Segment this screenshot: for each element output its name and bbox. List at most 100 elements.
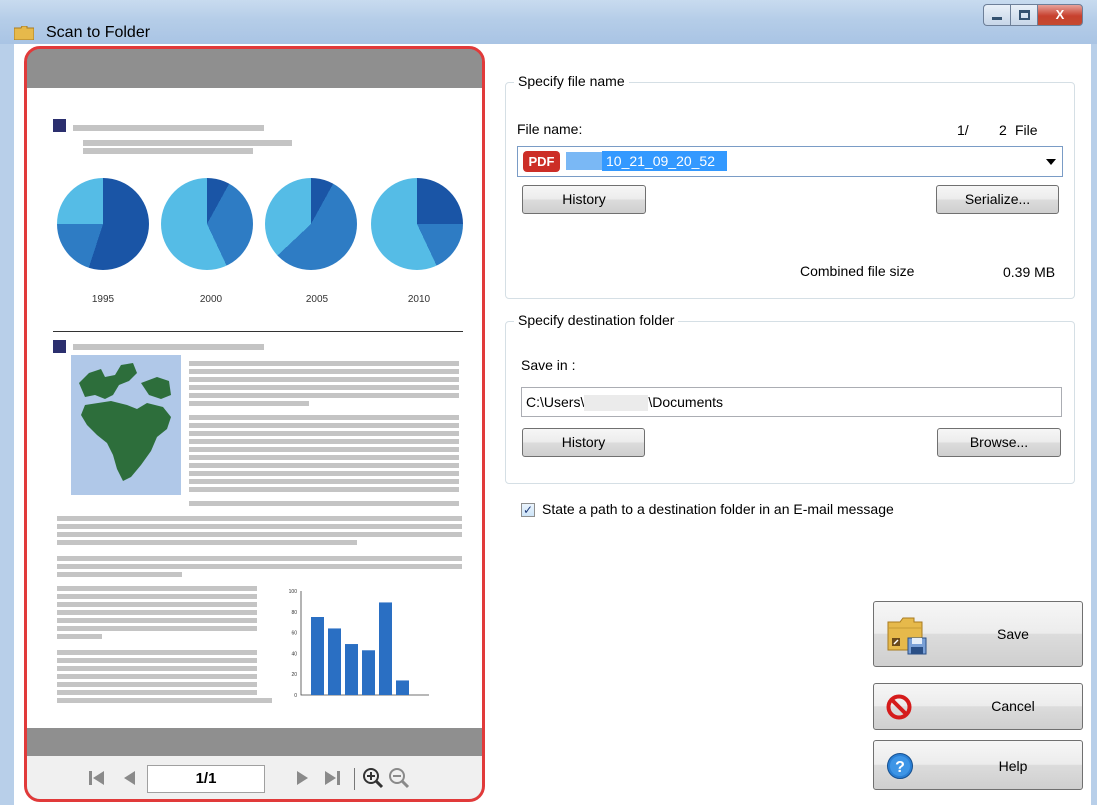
page-text-line bbox=[189, 463, 459, 468]
page-text-line bbox=[73, 344, 264, 350]
svg-text:?: ? bbox=[895, 759, 905, 776]
group-label: Specify file name bbox=[514, 73, 629, 89]
help-label: Help bbox=[998, 758, 1028, 774]
group-label: Specify destination folder bbox=[514, 312, 679, 328]
year-label: 2010 bbox=[407, 294, 431, 305]
page-text-line bbox=[189, 385, 459, 390]
cancel-icon bbox=[886, 694, 912, 720]
help-icon: ? bbox=[887, 753, 913, 779]
page-text-line bbox=[57, 594, 257, 599]
page-text-line bbox=[189, 471, 459, 476]
page-text-line bbox=[57, 682, 257, 687]
pie-chart-2010 bbox=[371, 178, 463, 270]
page-text-line bbox=[57, 634, 102, 639]
scanned-page-image: 1995 2000 2005 2010 100 80 60 40 20 0 bbox=[27, 88, 482, 728]
file-name-history-button[interactable]: History bbox=[522, 185, 646, 214]
path-prefix: C:\Users\ bbox=[526, 394, 585, 410]
previous-page-icon[interactable] bbox=[117, 764, 141, 792]
combined-size-value: 0.39 MB bbox=[1003, 264, 1056, 280]
chevron-down-icon[interactable] bbox=[1046, 159, 1056, 165]
destination-history-button[interactable]: History bbox=[522, 428, 645, 457]
browse-button[interactable]: Browse... bbox=[937, 428, 1061, 457]
window-frame-left bbox=[0, 44, 14, 805]
email-path-checkbox[interactable]: ✓ bbox=[521, 503, 535, 517]
page-text-line bbox=[57, 586, 257, 591]
page-text-line bbox=[57, 698, 272, 703]
cancel-button[interactable]: Cancel bbox=[873, 683, 1083, 730]
maximize-button[interactable] bbox=[1010, 4, 1037, 26]
serialize-button[interactable]: Serialize... bbox=[936, 185, 1059, 214]
page-text-line bbox=[189, 447, 459, 452]
last-page-icon[interactable] bbox=[321, 764, 345, 792]
save-label: Save bbox=[997, 626, 1029, 642]
page-text-line bbox=[57, 610, 257, 615]
page-text-line bbox=[57, 516, 462, 521]
page-text-line bbox=[189, 431, 459, 436]
page-text-line bbox=[189, 361, 459, 366]
window-title: Scan to Folder bbox=[46, 24, 151, 41]
chart-bar bbox=[362, 650, 375, 695]
zoom-out-icon[interactable] bbox=[387, 764, 411, 792]
page-text-line bbox=[189, 455, 459, 460]
chart-tick-label: 0 bbox=[294, 693, 297, 699]
scan-preview-panel[interactable]: 1995 2000 2005 2010 100 80 60 40 20 0 1/1 bbox=[24, 46, 485, 802]
page-text-line bbox=[57, 602, 257, 607]
page-bullet-square bbox=[53, 119, 66, 132]
redacted-text bbox=[566, 152, 602, 170]
page-text-line bbox=[57, 618, 257, 623]
page-text-line bbox=[57, 556, 462, 561]
page-text-line bbox=[57, 650, 257, 655]
window-controls: X bbox=[983, 4, 1083, 30]
minimize-icon bbox=[992, 17, 1002, 20]
pie-chart-1995 bbox=[57, 178, 149, 270]
file-count-total: 2 bbox=[999, 122, 1007, 138]
page-text-line bbox=[83, 140, 292, 146]
page-text-line bbox=[57, 540, 357, 545]
page-text-line bbox=[189, 377, 459, 382]
pdf-file-icon: PDF bbox=[523, 151, 560, 172]
file-name-value: 10_21_09_20_52 bbox=[602, 151, 727, 171]
next-page-icon[interactable] bbox=[291, 764, 315, 792]
zoom-in-icon[interactable] bbox=[361, 764, 385, 792]
combined-size-label: Combined file size bbox=[800, 263, 915, 279]
first-page-icon[interactable] bbox=[84, 764, 108, 792]
help-button[interactable]: ? Help bbox=[873, 740, 1083, 790]
preview-top-margin bbox=[27, 49, 482, 88]
maximize-icon bbox=[1019, 10, 1030, 20]
file-name-combobox[interactable]: PDF 10_21_09_20_52 bbox=[517, 146, 1063, 177]
preview-bottom-margin bbox=[27, 728, 482, 756]
page-text-line bbox=[57, 532, 462, 537]
page-divider bbox=[53, 331, 463, 332]
file-count-current: 1/ bbox=[957, 122, 969, 138]
chart-tick-label: 80 bbox=[291, 610, 297, 616]
save-button[interactable]: Save bbox=[873, 601, 1083, 667]
minimize-button[interactable] bbox=[983, 4, 1010, 26]
page-text-line bbox=[189, 501, 459, 506]
destination-path-field[interactable]: C:\Users\ \Documents bbox=[521, 387, 1062, 417]
year-label: 2005 bbox=[305, 294, 329, 305]
page-text-line bbox=[189, 415, 459, 420]
page-number-field[interactable]: 1/1 bbox=[147, 765, 265, 793]
chart-bar bbox=[379, 602, 392, 695]
preview-navigation-bar: 1/1 bbox=[27, 756, 482, 799]
year-label: 1995 bbox=[91, 294, 115, 305]
redacted-username bbox=[584, 395, 649, 412]
email-path-label[interactable]: State a path to a destination folder in … bbox=[542, 501, 894, 517]
chart-bar bbox=[328, 628, 341, 695]
save-folder-icon bbox=[887, 617, 927, 655]
page-text-line bbox=[57, 658, 257, 663]
chart-bar bbox=[345, 644, 358, 695]
chart-tick-label: 60 bbox=[291, 631, 297, 637]
chart-bar bbox=[311, 617, 324, 695]
page-text-line bbox=[57, 572, 182, 577]
chart-tick-label: 20 bbox=[291, 672, 297, 678]
close-button[interactable]: X bbox=[1037, 4, 1083, 26]
window-frame-right bbox=[1091, 44, 1097, 805]
page-text-line bbox=[189, 479, 459, 484]
page-text-line bbox=[83, 148, 253, 154]
page-text-line bbox=[189, 423, 459, 428]
pie-chart-2005 bbox=[265, 178, 357, 270]
path-suffix: \Documents bbox=[648, 394, 724, 410]
chart-bar bbox=[396, 680, 409, 695]
page-text-line bbox=[57, 564, 462, 569]
